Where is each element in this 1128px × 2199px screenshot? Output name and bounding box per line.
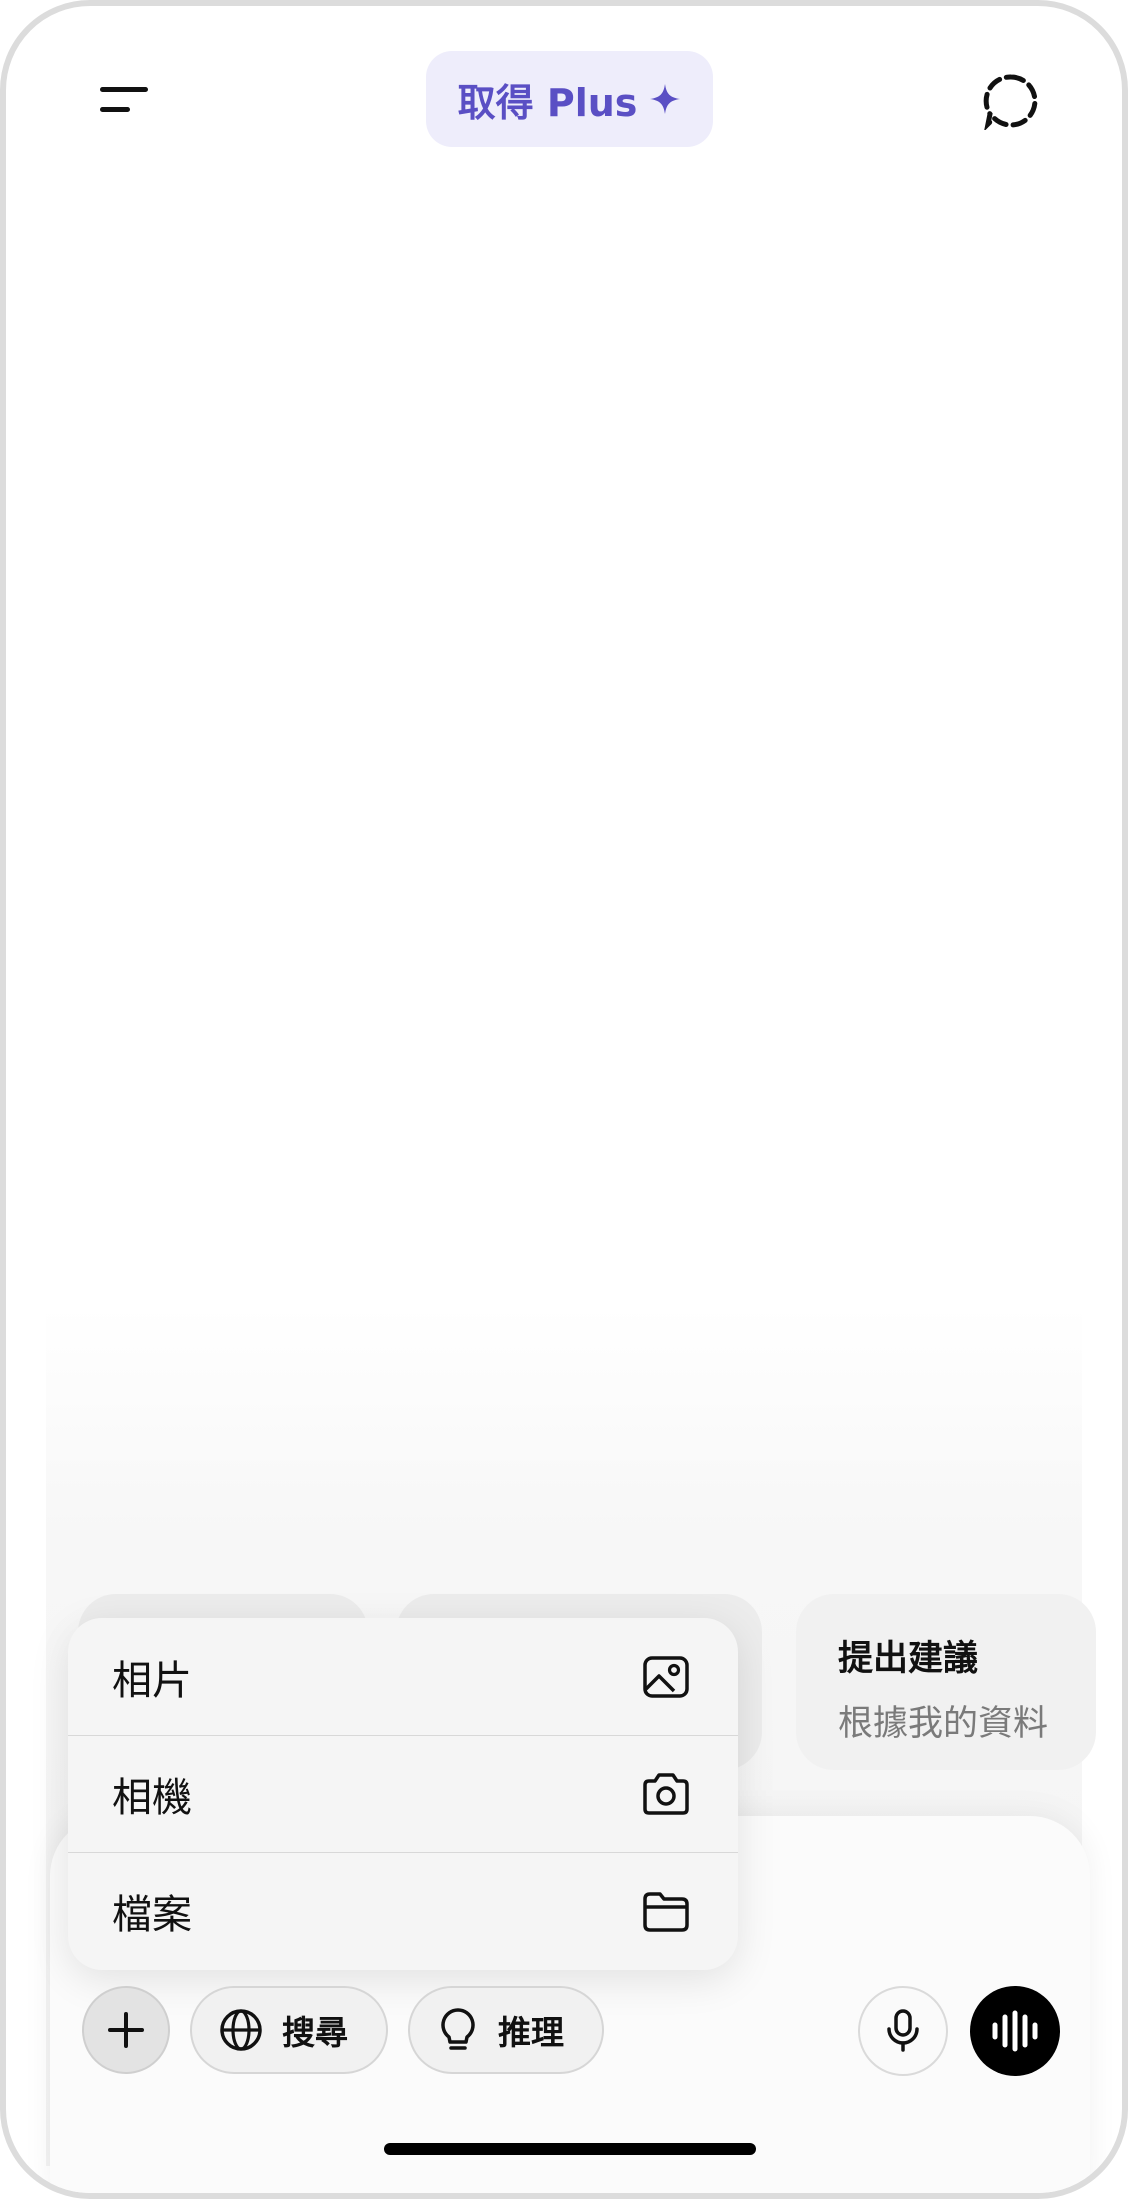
menu-item-photos[interactable]: 相片 xyxy=(68,1618,738,1735)
camera-icon xyxy=(643,1773,689,1815)
search-button-label: 搜尋 xyxy=(282,2013,348,2052)
reason-button[interactable]: 推理 xyxy=(408,1986,604,2074)
home-indicator xyxy=(384,2143,756,2155)
menu-item-label: 相片 xyxy=(112,1657,192,1704)
waveform-icon xyxy=(992,2010,1038,2052)
get-plus-button[interactable]: 取得 Plus xyxy=(426,51,713,147)
add-attachment-button[interactable] xyxy=(82,1986,170,2074)
suggestion-subtitle: 根據我的資料 xyxy=(838,1704,1049,1744)
menu-icon-line xyxy=(100,87,148,92)
device-frame: 取得 Plus 提出建議 根據我的資料 相片 相機 檔案 搜尋 推理 xyxy=(0,0,1128,2199)
lightbulb-icon xyxy=(441,2008,475,2050)
reason-button-label: 推理 xyxy=(498,2013,564,2052)
get-plus-label: 取得 Plus xyxy=(457,80,638,125)
attach-menu: 相片 相機 檔案 xyxy=(68,1618,738,1970)
temporary-chat-icon[interactable] xyxy=(982,72,1040,130)
dictation-button[interactable] xyxy=(858,1986,948,2076)
microphone-icon xyxy=(887,2009,919,2052)
menu-icon-line xyxy=(100,107,130,112)
search-button[interactable]: 搜尋 xyxy=(190,1986,388,2074)
plus-icon xyxy=(108,2012,144,2048)
menu-item-label: 檔案 xyxy=(112,1892,192,1938)
menu-item-files[interactable]: 檔案 xyxy=(68,1852,738,1969)
suggestion-title: 提出建議 xyxy=(838,1639,979,1679)
sparkle-icon xyxy=(650,84,681,114)
suggestion-card[interactable]: 提出建議 根據我的資料 xyxy=(796,1594,1096,1770)
voice-mode-button[interactable] xyxy=(970,1986,1060,2076)
menu-item-label: 相機 xyxy=(112,1775,192,1821)
photo-icon xyxy=(643,1655,689,1698)
folder-icon xyxy=(643,1892,689,1932)
menu-icon[interactable] xyxy=(98,84,154,118)
menu-item-camera[interactable]: 相機 xyxy=(68,1735,738,1852)
globe-icon xyxy=(220,2009,262,2051)
